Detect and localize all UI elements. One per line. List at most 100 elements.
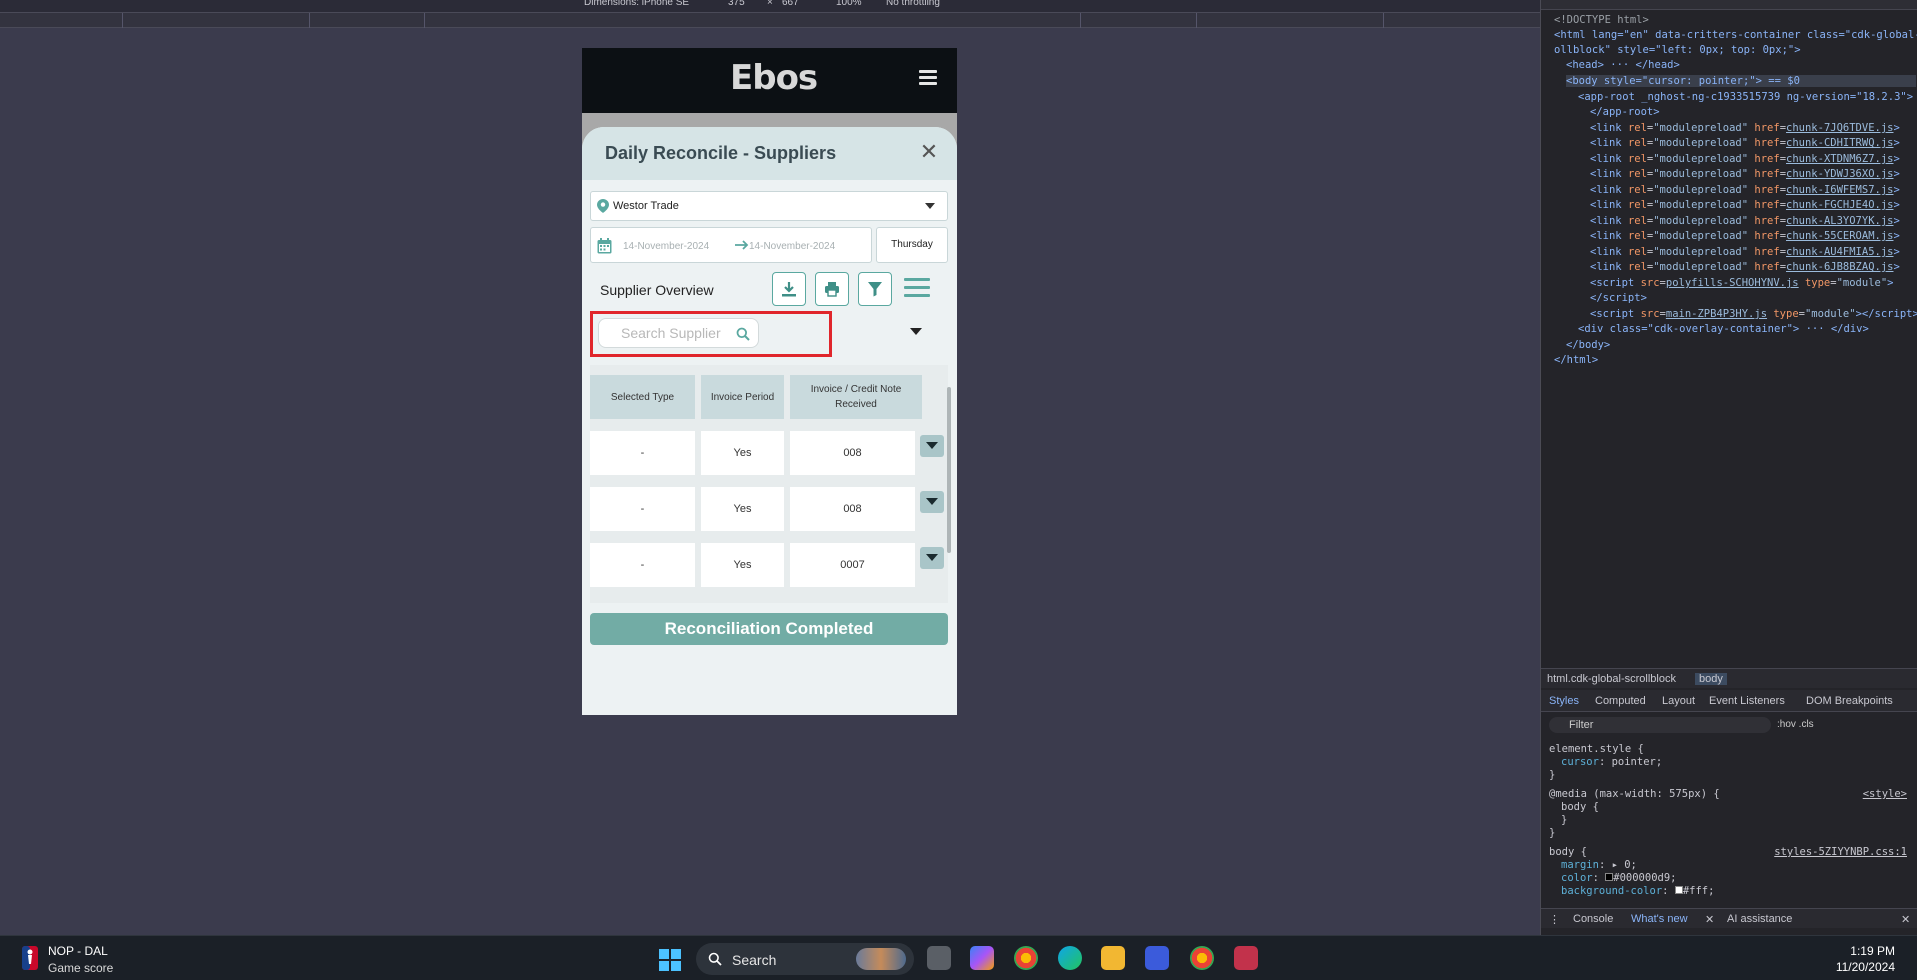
dom-overlay-container[interactable]: <div class="cdk-overlay-container"> ··· …: [1578, 323, 1869, 335]
chunk-link[interactable]: chunk-XTDNM6Z7.js: [1786, 153, 1893, 165]
close-tab-icon[interactable]: ✕: [1705, 913, 1714, 926]
chunk-link[interactable]: chunk-FGCHJE4O.js: [1786, 199, 1893, 211]
polyfills-link[interactable]: polyfills-SCHOHYNV.js: [1666, 277, 1799, 289]
device-dimensions-select[interactable]: Dimensions: iPhone SE: [584, 0, 689, 8]
style-decl-cursor[interactable]: cursor: pointer;: [1561, 756, 1662, 768]
throttling-select[interactable]: No throttling: [886, 0, 940, 8]
sort-dropdown-icon[interactable]: [910, 328, 922, 335]
style-decl-background[interactable]: background-color: #fff;: [1561, 885, 1714, 897]
chunk-link[interactable]: chunk-AU4FMIA5.js: [1786, 246, 1893, 258]
chunk-link[interactable]: chunk-I6WFEMS7.js: [1786, 184, 1893, 196]
style-decl-color[interactable]: color: #000000d9;: [1561, 872, 1676, 884]
dom-modulepreload[interactable]: <link rel="modulepreload" href=chunk-55C…: [1590, 230, 1900, 242]
download-button[interactable]: [772, 272, 806, 306]
device-width-input[interactable]: 375: [728, 0, 745, 8]
filter-placeholder: Filter: [1569, 719, 1594, 731]
expand-row-button[interactable]: [920, 547, 944, 569]
zoom-select[interactable]: 100%: [836, 0, 862, 8]
style-val: pointer;: [1611, 756, 1663, 768]
tab-event-listeners[interactable]: Event Listeners: [1709, 695, 1785, 707]
color-swatch[interactable]: [1674, 886, 1683, 894]
tab-layout[interactable]: Layout: [1662, 695, 1695, 707]
supplier-search-input[interactable]: [621, 324, 731, 342]
expand-row-button[interactable]: [920, 435, 944, 457]
chrome-icon[interactable]: [1014, 946, 1038, 970]
task-view-icon[interactable]: [927, 946, 951, 970]
close-drawer-icon[interactable]: ✕: [1901, 913, 1910, 926]
supplier-search-field[interactable]: [598, 318, 759, 348]
dom-doctype[interactable]: <!DOCTYPE html>: [1554, 14, 1649, 26]
widget-title[interactable]: NOP - DAL: [48, 944, 108, 958]
dom-modulepreload[interactable]: <link rel="modulepreload" href=chunk-I6W…: [1590, 184, 1900, 196]
windows-start-icon[interactable]: [659, 949, 681, 971]
hov-cls-toggles[interactable]: :hov .cls: [1777, 719, 1814, 730]
system-clock[interactable]: 1:19 PM 11/20/2024: [1836, 943, 1895, 975]
dom-main-script[interactable]: <script src=main-ZPB4P3HY.js type="modul…: [1590, 308, 1917, 320]
location-select[interactable]: Westor Trade: [590, 191, 948, 221]
style-media-rule: @media (max-width: 575px) {: [1549, 788, 1720, 800]
table-scrollbar[interactable]: [947, 387, 951, 553]
dom-head[interactable]: <head> ··· </head>: [1566, 59, 1680, 71]
tab-console[interactable]: Console: [1573, 913, 1613, 925]
more-icon[interactable]: ⋮: [1549, 913, 1560, 926]
dom-modulepreload[interactable]: <link rel="modulepreload" href=chunk-7JQ…: [1590, 122, 1900, 134]
dom-modulepreload[interactable]: <link rel="modulepreload" href=chunk-AU4…: [1590, 246, 1900, 258]
taskbar-search[interactable]: Search: [696, 943, 914, 975]
main-link[interactable]: main-ZPB4P3HY.js: [1666, 308, 1767, 320]
copilot-icon[interactable]: [970, 946, 994, 970]
list-menu-icon[interactable]: [904, 278, 930, 300]
tab-whats-new[interactable]: What's new: [1631, 913, 1688, 925]
dom-modulepreload[interactable]: <link rel="modulepreload" href=chunk-6JB…: [1590, 261, 1900, 273]
tab-ai-assistance[interactable]: AI assistance: [1727, 913, 1792, 925]
dom-modulepreload[interactable]: <link rel="modulepreload" href=chunk-AL3…: [1590, 215, 1900, 227]
reconciliation-completed-button[interactable]: Reconciliation Completed: [590, 613, 948, 645]
chunk-link[interactable]: chunk-YDWJ36XO.js: [1786, 168, 1893, 180]
dom-modulepreload[interactable]: <link rel="modulepreload" href=chunk-CDH…: [1590, 137, 1900, 149]
clock-date: 11/20/2024: [1835, 960, 1895, 974]
close-icon[interactable]: ✕: [919, 141, 939, 163]
chunk-link[interactable]: chunk-6JB8BZAQ.js: [1786, 261, 1893, 273]
app-icon[interactable]: [1145, 946, 1169, 970]
date-range-picker[interactable]: 14-November-2024 14-November-2024: [590, 227, 872, 263]
dom-app-root[interactable]: <app-root _nghost-ng-c1933515739 ng-vers…: [1578, 91, 1917, 103]
date-from: 14-November-2024: [623, 241, 710, 252]
dom-modulepreload[interactable]: <link rel="modulepreload" href=chunk-XTD…: [1590, 153, 1900, 165]
style-source-link[interactable]: styles-5ZIYYNBP.css:1: [1774, 846, 1907, 858]
style-prop: cursor: [1561, 756, 1599, 768]
search-highlight-icon: [856, 948, 906, 970]
style-decl-margin[interactable]: margin: ▸ 0;: [1561, 859, 1637, 871]
dom-polyfills-script[interactable]: <script src=polyfills-SCHOHYNV.js type="…: [1590, 277, 1894, 289]
chunk-link[interactable]: chunk-7JQ6TDVE.js: [1786, 122, 1893, 134]
dom-app-root-close: </app-root>: [1590, 106, 1660, 118]
dom-html-open[interactable]: <html lang="en" data-critters-container …: [1554, 29, 1917, 41]
dom-body-selected[interactable]: <body style="cursor: pointer;"> == $0: [1566, 75, 1916, 87]
table-cell: Yes: [701, 431, 784, 475]
breadcrumb-body[interactable]: body: [1695, 673, 1727, 685]
dom-modulepreload[interactable]: <link rel="modulepreload" href=chunk-FGC…: [1590, 199, 1900, 211]
tab-dom-breakpoints[interactable]: DOM Breakpoints: [1806, 695, 1893, 707]
breadcrumb-html[interactable]: html.cdk-global-scrollblock: [1547, 673, 1676, 685]
hamburger-menu-icon[interactable]: [919, 70, 937, 86]
download-icon: [782, 282, 796, 297]
tab-styles[interactable]: Styles: [1549, 695, 1579, 707]
snipping-tool-icon[interactable]: [1234, 946, 1258, 970]
chunk-link[interactable]: chunk-AL3YO7YK.js: [1786, 215, 1893, 227]
dom-modulepreload[interactable]: <link rel="modulepreload" href=chunk-YDW…: [1590, 168, 1900, 180]
style-source-link[interactable]: <style>: [1863, 788, 1907, 800]
edge-icon[interactable]: [1058, 946, 1082, 970]
expand-row-button[interactable]: [920, 491, 944, 513]
nba-logo-icon[interactable]: [22, 946, 38, 970]
devtools-tabbar: [1541, 0, 1917, 10]
windows-taskbar: NOP - DAL Game score Search 1:19 PM 11/2…: [0, 935, 1917, 980]
device-height-input[interactable]: 667: [782, 0, 799, 8]
chunk-link[interactable]: chunk-55CEROAM.js: [1786, 230, 1893, 242]
file-explorer-icon[interactable]: [1101, 946, 1125, 970]
chunk-link[interactable]: chunk-CDHITRWQ.js: [1786, 137, 1893, 149]
table-cell: 008: [790, 431, 915, 475]
filter-button[interactable]: [858, 272, 892, 306]
ruler: [0, 13, 1540, 28]
styles-filter-input[interactable]: Filter: [1549, 717, 1771, 733]
chrome-profile-icon[interactable]: [1190, 946, 1214, 970]
tab-computed[interactable]: Computed: [1595, 695, 1646, 707]
print-button[interactable]: [815, 272, 849, 306]
